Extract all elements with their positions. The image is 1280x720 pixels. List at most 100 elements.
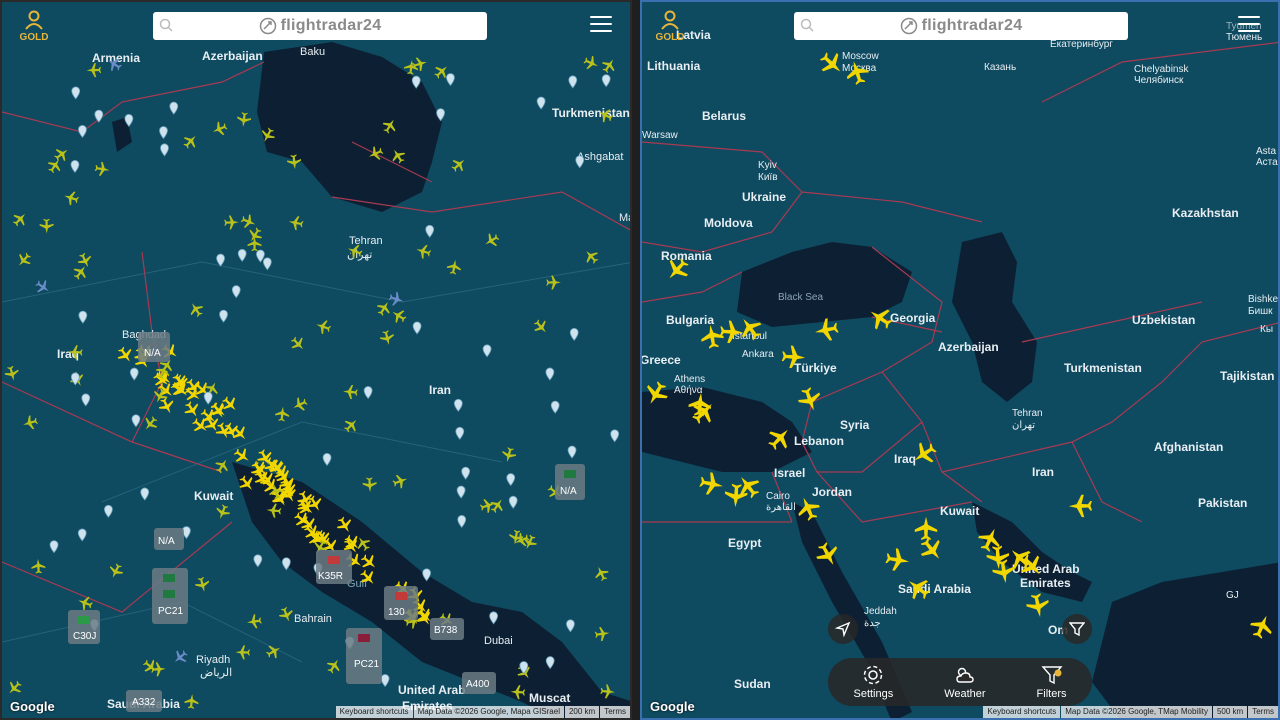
google-logo: Google <box>10 699 55 714</box>
search-icon <box>800 18 814 32</box>
aircraft-tag[interactable]: A332 <box>126 690 162 712</box>
settings-button[interactable]: Settings <box>853 664 893 700</box>
locate-me-button[interactable] <box>828 614 858 644</box>
navigation-arrow-icon <box>835 621 851 637</box>
aircraft-tag[interactable]: PC21 <box>152 568 188 624</box>
label-emirates: Emirates <box>1020 576 1071 590</box>
label-belarus: Belarus <box>702 109 746 123</box>
filter-funnel-icon <box>1040 666 1063 685</box>
label-cairo-ar: القاهرة <box>766 502 796 513</box>
aircraft-tag[interactable]: N/A <box>154 528 184 550</box>
aircraft-tag[interactable]: N/A <box>555 464 585 500</box>
map-attribution: Keyboard shortcuts Map Data ©2026 Google… <box>982 706 1278 718</box>
brand: flightradar24 <box>794 17 1128 35</box>
label-lebanon: Lebanon <box>794 434 844 448</box>
label-black-sea: Black Sea <box>778 292 823 303</box>
label-gj: GJ <box>1226 590 1239 601</box>
label-muscat: Muscat <box>529 691 570 705</box>
label-ukraine: Ukraine <box>742 190 786 204</box>
search-bar[interactable]: flightradar24 <box>794 12 1128 40</box>
label-egypt: Egypt <box>728 536 761 550</box>
scale-label: 500 km <box>1212 706 1248 718</box>
label-jeddah-ar: جدة <box>864 618 881 629</box>
right-map-window: Latvia Lithuania Belarus Ukraine Moldova… <box>640 0 1280 720</box>
label-ma: Ma <box>619 212 632 224</box>
map-data-credit: Map Data ©2026 Google, Mapa GISrael <box>413 706 564 718</box>
label-iran: Iran <box>1032 465 1054 479</box>
label-moldova: Moldova <box>704 216 753 230</box>
weather-label: Weather <box>944 688 986 700</box>
hamburger-menu-icon[interactable] <box>1238 16 1260 34</box>
label-jeddah: Jeddah <box>864 606 897 617</box>
label-kuwait: Kuwait <box>194 489 233 503</box>
weather-button[interactable]: Weather <box>944 664 986 700</box>
left-map[interactable]: Armenia Azerbaijan Turkmenistan Iraq Ira… <box>2 2 632 720</box>
flightradar-logo-icon <box>900 17 917 35</box>
label-lithuania: Lithuania <box>647 59 701 73</box>
keyboard-shortcuts-link[interactable]: Keyboard shortcuts <box>335 706 413 718</box>
aircraft-tag[interactable]: B738 <box>430 618 464 640</box>
label-armenia: Armenia <box>92 51 140 65</box>
aircraft-tag[interactable]: A400 <box>462 672 496 694</box>
svg-text:PC21: PC21 <box>354 659 379 670</box>
label-bishkek-ky: Бишк <box>1248 306 1273 317</box>
search-icon <box>159 18 173 32</box>
map-data-credit: Map Data ©2026 Google, TMap Mobility <box>1061 706 1212 718</box>
label-kuwait: Kuwait <box>940 504 979 518</box>
label-romania: Romania <box>661 249 712 263</box>
search-bar[interactable]: flightradar24 <box>153 12 487 40</box>
left-map-window: Armenia Azerbaijan Turkmenistan Iraq Ira… <box>0 0 632 720</box>
keyboard-shortcuts-link[interactable]: Keyboard shortcuts <box>983 706 1061 718</box>
terms-link[interactable]: Terms <box>600 706 630 718</box>
map-attribution: Keyboard shortcuts Map Data ©2026 Google… <box>335 706 630 718</box>
aircraft-tag[interactable]: N/A <box>138 332 170 362</box>
gold-account-button[interactable]: GOLD <box>650 10 690 44</box>
label-tehran-fa: تهران <box>1012 420 1035 431</box>
label-dubai: Dubai <box>484 635 513 647</box>
label-iraq: Iraq <box>894 452 916 466</box>
right-map[interactable]: Latvia Lithuania Belarus Ukraine Moldova… <box>642 2 1280 720</box>
hamburger-menu-icon[interactable] <box>590 16 612 34</box>
label-chelyabinsk: Chelyabinsk <box>1134 64 1189 75</box>
aircraft-tag[interactable]: K35R <box>316 550 352 584</box>
brand-name: flightradar24 <box>921 17 1023 34</box>
svg-text:N/A: N/A <box>560 486 577 497</box>
terms-link[interactable]: Terms <box>1248 706 1278 718</box>
label-uzbekistan: Uzbekistan <box>1132 313 1195 327</box>
svg-text:K35R: K35R <box>318 571 343 582</box>
right-top-bar: GOLD flightradar24 <box>642 2 1278 50</box>
aircraft-tag[interactable]: C30J <box>68 610 100 644</box>
label-cairo: Cairo <box>766 491 790 502</box>
aircraft-tag[interactable]: 130 <box>384 586 418 620</box>
label-tehran: Tehran <box>1012 408 1043 419</box>
label-bishkek: Bishke <box>1248 294 1278 305</box>
label-syria: Syria <box>840 418 870 432</box>
label-riyadh: Riyadh <box>196 654 230 666</box>
google-logo: Google <box>650 699 695 714</box>
label-astana: Asta <box>1256 146 1276 157</box>
gold-account-button[interactable]: GOLD <box>14 10 54 44</box>
label-ashgabat: Ashgabat <box>577 151 623 163</box>
brand-name: flightradar24 <box>280 17 382 34</box>
svg-text:B738: B738 <box>434 625 458 636</box>
label-georgia: Georgia <box>890 311 936 325</box>
weather-cloud-icon <box>956 667 974 683</box>
label-pakistan: Pakistan <box>1198 496 1247 510</box>
funnel-icon <box>1069 622 1085 637</box>
svg-text:N/A: N/A <box>144 348 161 359</box>
label-azerbaijan: Azerbaijan <box>938 340 999 354</box>
label-riyadh-ar: الرياض <box>200 667 232 679</box>
aircraft-tag[interactable]: PC21 <box>346 628 382 684</box>
filter-quick-button[interactable] <box>1062 614 1092 644</box>
label-kyr: Кы <box>1260 324 1273 335</box>
label-kyiv: Kyiv <box>758 160 777 171</box>
bottom-toolbar: Settings Weather Filters <box>828 658 1092 706</box>
filters-button[interactable]: Filters <box>1037 664 1067 700</box>
label-saudi: Saudi Arabia <box>898 582 971 596</box>
label-bahrain: Bahrain <box>294 613 332 625</box>
gear-icon <box>864 665 883 685</box>
label-moscow: Moscow <box>842 51 879 62</box>
user-icon <box>25 10 43 30</box>
label-tajikistan: Tajikistan <box>1220 369 1274 383</box>
label-tehran: Tehran <box>349 235 383 247</box>
